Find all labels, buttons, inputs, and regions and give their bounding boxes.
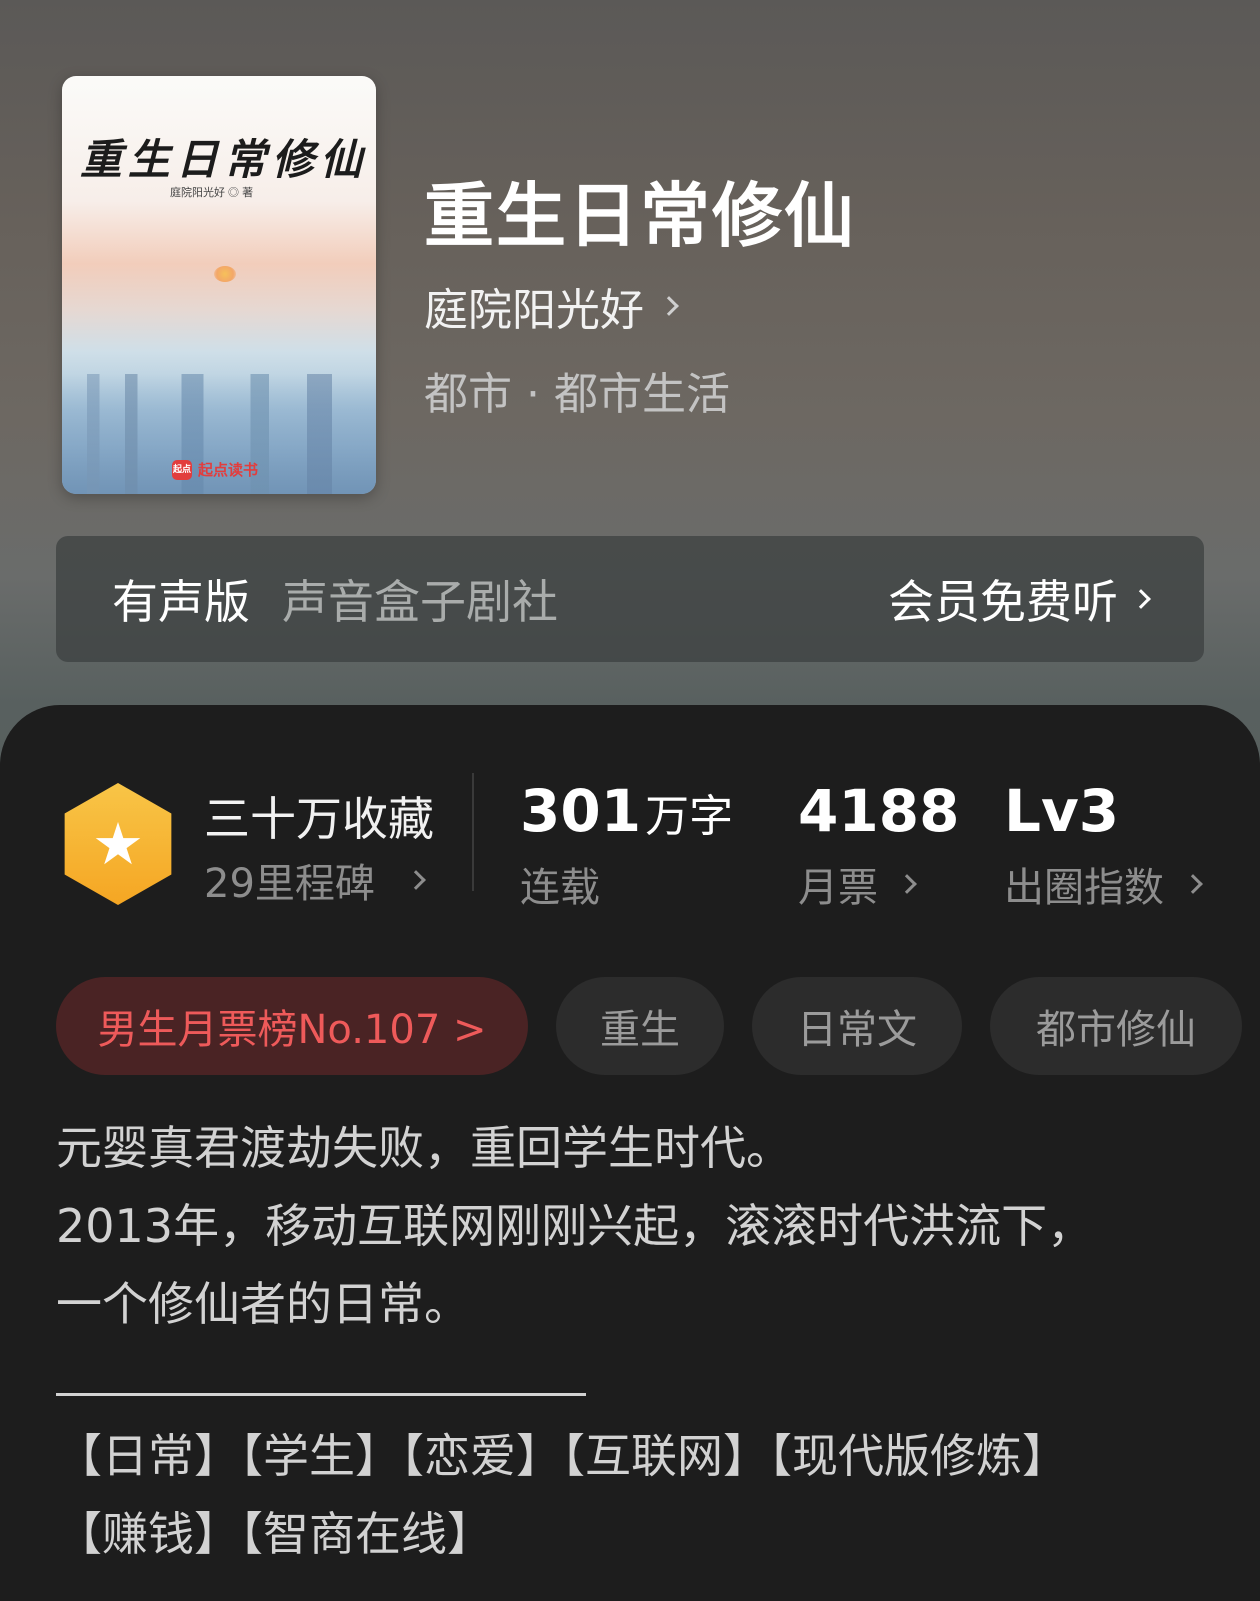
description-line: 一个修仙者的日常。	[56, 1277, 470, 1331]
cover-publisher-logo: 起点 起点读书	[172, 459, 258, 480]
cover-author: 庭院阳光好 ◎ 著	[170, 187, 254, 199]
collect-count: 三十万收藏	[204, 792, 434, 846]
description-line: 2013年，移动互联网刚刚兴起，滚滚时代洪流下，	[56, 1199, 1094, 1253]
book-description: 元婴真君渡劫失败，重回学生时代。 2013年，移动互联网刚刚兴起，滚滚时代洪流下…	[56, 1109, 1216, 1343]
chevron-right-icon	[659, 296, 679, 316]
stats-divider	[472, 773, 474, 891]
monthly-votes-value: 4188	[798, 777, 960, 845]
book-detail-panel: ★ 三十万收藏 29里程碑 301万字 连载 4188 月票 Lv3 出圈指数 …	[0, 705, 1260, 1601]
stat-word-count: 301万字 连载	[520, 777, 733, 913]
book-title: 重生日常修仙	[424, 174, 856, 257]
tag-chip[interactable]: 日常文	[752, 977, 962, 1075]
member-free-listen-button[interactable]: 会员免费听	[888, 566, 1151, 632]
description-line: 元婴真君渡劫失败，重回学生时代。	[56, 1121, 792, 1175]
member-free-listen-label: 会员免费听	[888, 575, 1118, 629]
cover-title: 重生日常修仙	[80, 135, 369, 184]
book-genre: 都市 · 都市生活	[424, 369, 730, 420]
description-divider	[56, 1393, 586, 1396]
book-cover[interactable]: 重生日常修仙 庭院阳光好 ◎ 著 起点 起点读书	[62, 76, 376, 494]
word-count-unit: 万字	[645, 791, 734, 842]
serial-status: 连载	[520, 865, 600, 911]
stat-popularity-index[interactable]: Lv3 出圈指数	[1004, 777, 1203, 913]
publisher-logo-icon: 起点	[172, 459, 192, 480]
description-tag-line: 【日常】【学生】【恋爱】【互联网】【现代版修炼】	[56, 1429, 1068, 1483]
cover-sun	[214, 266, 236, 282]
milestone-link[interactable]: 29里程碑	[204, 851, 426, 909]
popularity-level-value: Lv3	[1004, 777, 1120, 845]
cover-publisher: 起点读书	[198, 461, 259, 479]
tag-chip[interactable]: 都市修仙	[990, 977, 1242, 1075]
milestone-badge[interactable]: ★	[64, 783, 172, 905]
tag-chip[interactable]: 重生	[556, 977, 724, 1075]
description-tag-line: 【赚钱】【智商在线】	[56, 1507, 493, 1561]
author-name: 庭院阳光好	[424, 285, 644, 336]
star-icon: ★	[92, 810, 144, 878]
monthly-votes-label: 月票	[798, 865, 878, 911]
milestone-label: 29里程碑	[204, 861, 375, 907]
audio-label: 有声版	[112, 575, 250, 629]
author-link[interactable]: 庭院阳光好	[424, 274, 679, 338]
popularity-index-label: 出圈指数	[1004, 865, 1164, 911]
tag-list: 男生月票榜No.107 > 重生 日常文 都市修仙	[56, 977, 1242, 1075]
description-tags: 【日常】【学生】【恋爱】【互联网】【现代版修炼】 【赚钱】【智商在线】	[56, 1417, 1216, 1573]
chevron-right-icon	[897, 874, 917, 894]
audio-version-bar[interactable]: 有声版 声音盒子剧社 会员免费听	[56, 536, 1204, 662]
tag-rank[interactable]: 男生月票榜No.107 >	[56, 977, 528, 1075]
word-count-value: 301	[520, 777, 642, 845]
chevron-right-icon	[406, 870, 426, 890]
audio-studio: 声音盒子剧社	[282, 575, 558, 629]
chevron-right-icon	[1131, 589, 1151, 609]
chevron-right-icon	[1183, 874, 1203, 894]
stat-monthly-votes[interactable]: 4188 月票	[798, 777, 959, 913]
